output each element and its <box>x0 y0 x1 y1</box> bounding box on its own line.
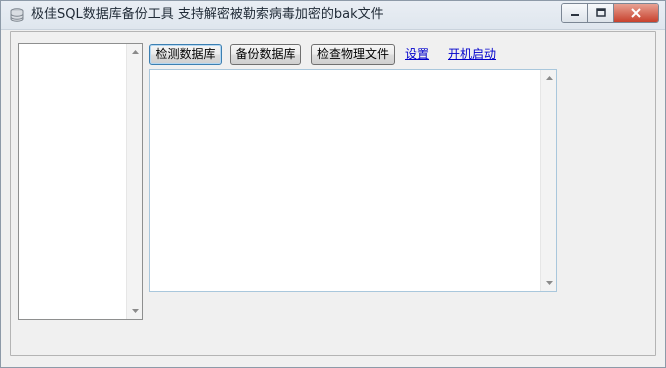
minimize-button[interactable] <box>562 4 588 22</box>
autostart-link[interactable]: 开机启动 <box>448 47 496 61</box>
app-window: 极佳SQL数据库备份工具 支持解密被勒索病毒加密的bak文件 检测数据库 备份数… <box>0 0 666 368</box>
window-title: 极佳SQL数据库备份工具 支持解密被勒索病毒加密的bak文件 <box>31 7 384 22</box>
scroll-down-icon[interactable] <box>541 275 557 291</box>
scroll-up-icon[interactable] <box>541 70 557 86</box>
maximize-icon <box>595 8 606 18</box>
detect-database-button[interactable]: 检测数据库 <box>149 44 222 65</box>
scroll-down-icon[interactable] <box>127 303 143 319</box>
database-list-scrollbar[interactable] <box>126 44 142 319</box>
database-list[interactable] <box>18 43 143 320</box>
scroll-up-icon[interactable] <box>127 44 143 60</box>
backup-database-button[interactable]: 备份数据库 <box>230 44 301 65</box>
maximize-button[interactable] <box>588 4 614 22</box>
check-physical-files-button[interactable]: 检查物理文件 <box>311 44 395 65</box>
minimize-icon <box>570 8 580 18</box>
settings-link[interactable]: 设置 <box>405 47 429 61</box>
log-output-textarea[interactable] <box>149 69 557 292</box>
log-output-scrollbar[interactable] <box>540 70 556 291</box>
close-button[interactable] <box>614 4 658 22</box>
database-icon <box>9 7 25 23</box>
caption-buttons <box>561 3 659 23</box>
close-icon <box>630 8 642 18</box>
title-bar[interactable]: 极佳SQL数据库备份工具 支持解密被勒索病毒加密的bak文件 <box>1 1 665 30</box>
client-area: 检测数据库 备份数据库 检查物理文件 设置 开机启动 <box>1 30 665 367</box>
